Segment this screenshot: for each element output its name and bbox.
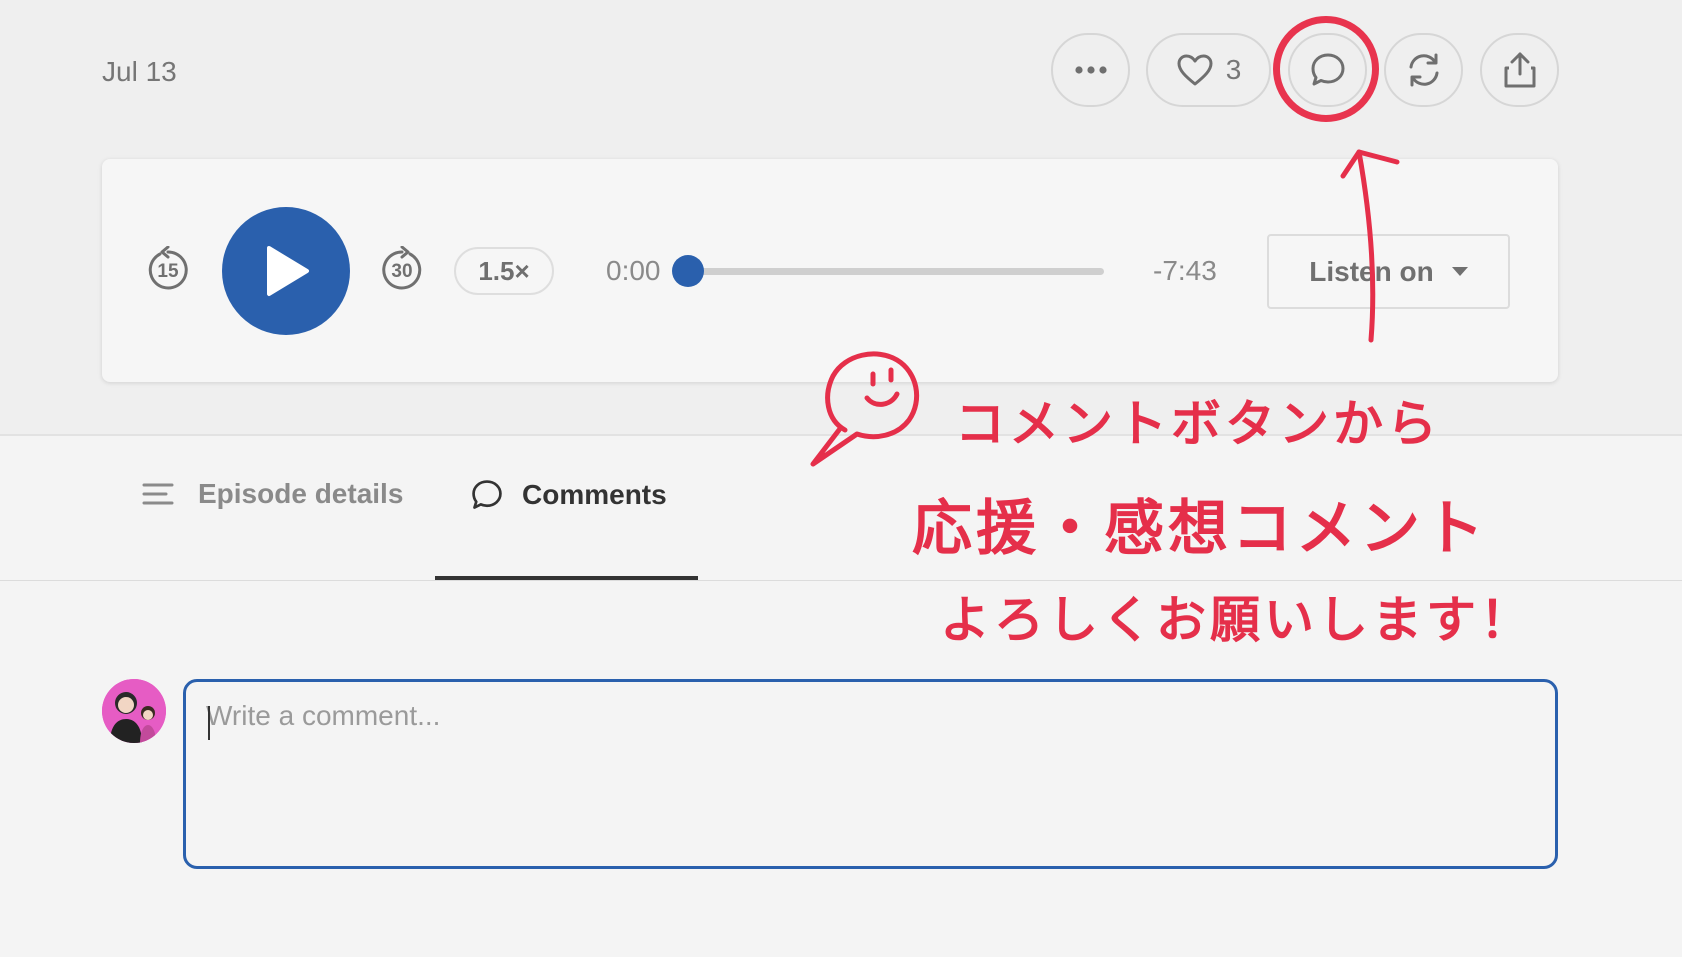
progress-thumb[interactable]: [672, 255, 704, 287]
annotation-circle: [1273, 16, 1379, 122]
like-button[interactable]: 3: [1146, 33, 1271, 107]
restack-button[interactable]: [1384, 33, 1463, 107]
skip-forward-icon: 30: [382, 245, 422, 290]
tab-episode-details-label: Episode details: [198, 478, 404, 509]
playback-speed-button[interactable]: 1.5×: [454, 247, 554, 295]
annotation-line-1: コメントボタンから: [955, 395, 1441, 453]
avatar-image: [102, 679, 166, 743]
annotation-line-3: よろしくお願いします！: [940, 591, 1534, 649]
more-dots-icon: [1074, 66, 1107, 74]
like-count: 3: [1225, 54, 1242, 85]
annotation-arrow: [1340, 149, 1400, 343]
avatar: [102, 679, 166, 743]
remaining-time: -7:43: [1153, 255, 1217, 286]
menu-lines-icon: [142, 483, 174, 505]
annotation-line-2: 応援・感想コメント: [912, 494, 1488, 564]
tab-comments-label: Comments: [522, 479, 667, 510]
more-button[interactable]: [1051, 33, 1130, 107]
chevron-down-icon: [1451, 267, 1468, 276]
skip-back-icon: 15: [148, 245, 188, 290]
tab-comments[interactable]: Comments: [470, 478, 667, 512]
skip-forward-seconds: 30: [391, 261, 412, 282]
tab-episode-details[interactable]: Episode details: [142, 478, 403, 510]
current-time: 0:00: [606, 255, 661, 286]
play-button[interactable]: [222, 207, 350, 335]
comment-icon: [472, 480, 502, 509]
heart-icon: [1177, 54, 1213, 86]
skip-back-seconds: 15: [157, 261, 179, 282]
text-cursor: [208, 706, 210, 740]
skip-forward-button[interactable]: 30: [380, 245, 424, 297]
comment-box: [183, 679, 1558, 869]
share-icon: [1504, 52, 1535, 88]
play-icon: [267, 246, 309, 296]
progress-track[interactable]: [684, 268, 1104, 275]
skip-back-button[interactable]: 15: [146, 245, 190, 297]
post-date: Jul 13: [102, 56, 177, 87]
share-button[interactable]: [1480, 33, 1559, 107]
restack-icon: [1409, 53, 1438, 87]
comment-input[interactable]: [204, 698, 1538, 852]
smiley-speech-bubble-icon: [810, 351, 920, 467]
